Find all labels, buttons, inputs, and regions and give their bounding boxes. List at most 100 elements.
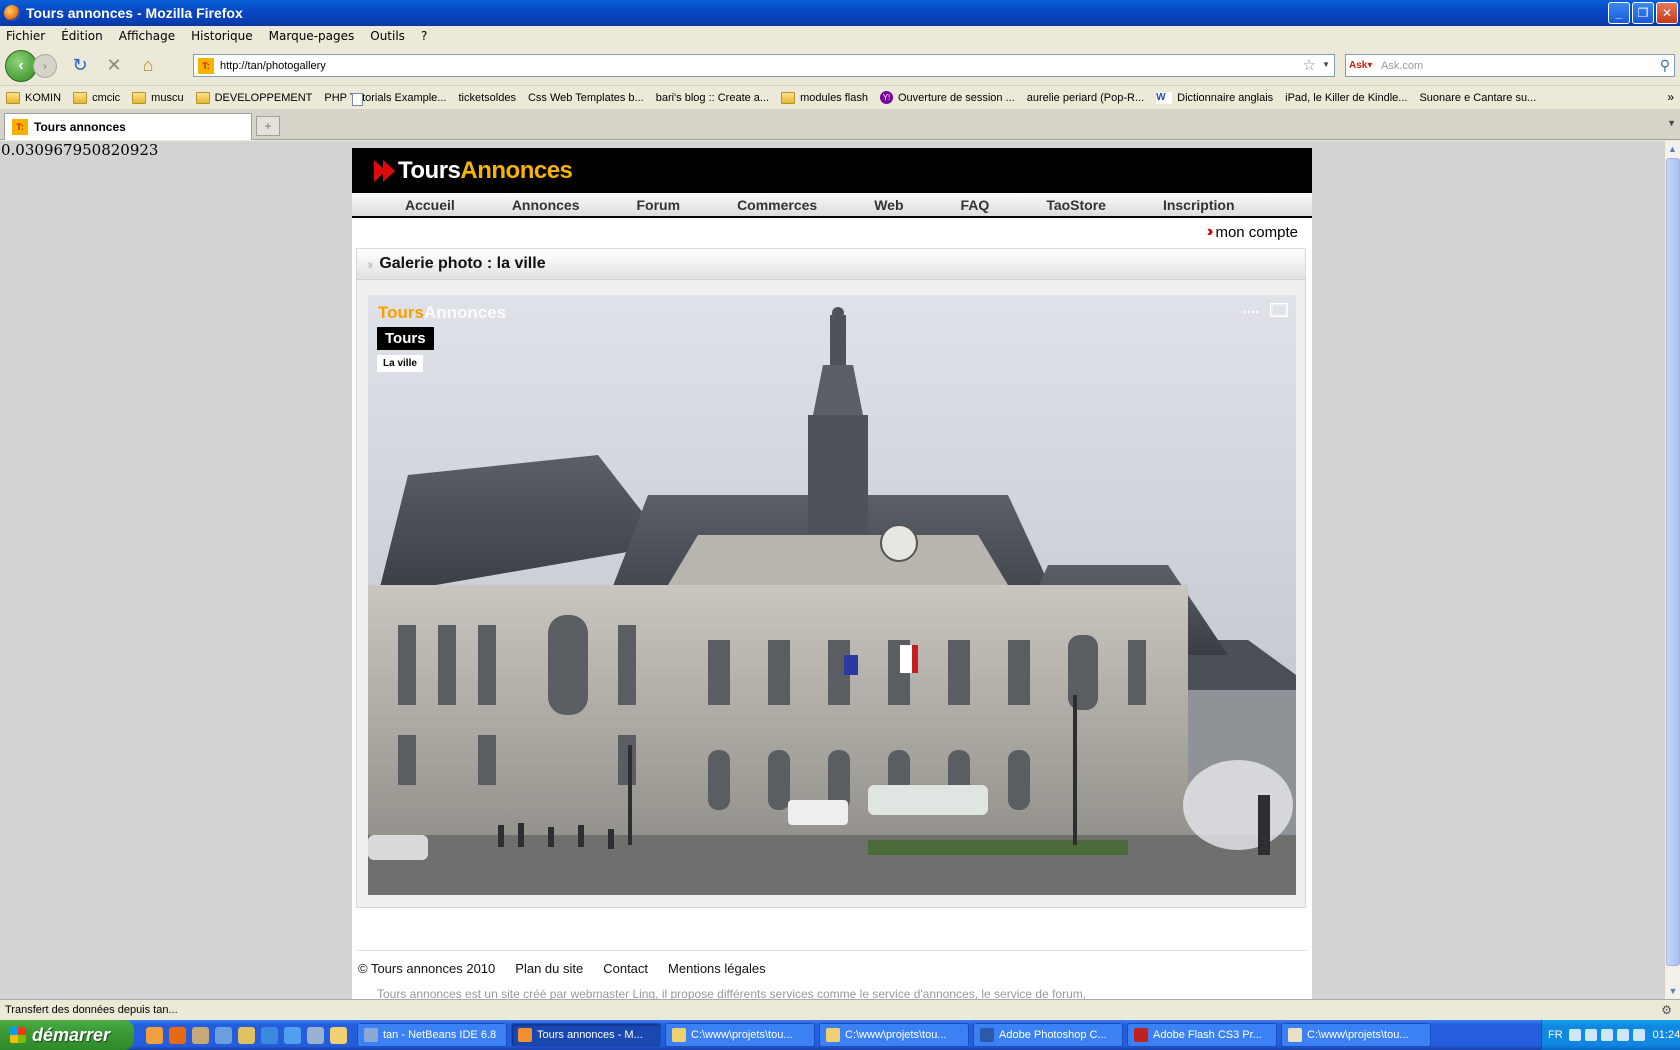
url-bar[interactable]: T: http://tan/photogallery ☆ ▼ — [193, 54, 1335, 77]
menu-marque-pages[interactable]: Marque-pages — [269, 29, 355, 43]
bookmark-item[interactable]: modules flash — [781, 91, 868, 104]
quicklaunch-folder-icon[interactable] — [330, 1026, 347, 1044]
quicklaunch-tool-icon[interactable] — [215, 1026, 232, 1044]
account-link[interactable]: ›› mon compte — [352, 218, 1312, 246]
quicklaunch-app-icon[interactable] — [238, 1026, 255, 1044]
scroll-down-icon[interactable]: ▼ — [1665, 983, 1680, 999]
bookmark-label: DEVELOPPEMENT — [214, 91, 313, 104]
bookmark-item[interactable]: Css Web Templates b... — [352, 92, 644, 106]
tray-icon-1[interactable] — [1568, 1029, 1581, 1041]
nav-commerces[interactable]: Commerces — [737, 197, 817, 213]
bookmark-item[interactable]: aurelie periard (Pop-R... — [352, 91, 1145, 106]
bookmark-item[interactable]: cmcic — [73, 91, 120, 104]
nav-faq[interactable]: FAQ — [961, 197, 990, 213]
forward-button[interactable]: › — [33, 53, 57, 78]
bookmark-item[interactable]: bari's blog :: Create a... — [352, 92, 769, 106]
thumbnails-icon[interactable] — [1244, 307, 1258, 313]
taskbar-task[interactable]: Adobe Photoshop C... — [973, 1023, 1123, 1047]
reload-icon[interactable]: ↻ — [69, 55, 91, 77]
scrollbar-thumb[interactable] — [1666, 158, 1680, 966]
windows-flag-icon — [10, 1027, 26, 1043]
menu-fichier[interactable]: Fichier — [6, 29, 45, 43]
url-text[interactable]: http://tan/photogallery — [220, 60, 326, 72]
bookmark-item[interactable]: KOMIN — [6, 91, 61, 104]
task-label: C:\www\projets\tou... — [1307, 1029, 1409, 1041]
task-label: Tours annonces - M... — [537, 1029, 643, 1041]
home-icon[interactable]: ⌂ — [137, 55, 159, 77]
menu-affichage[interactable]: Affichage — [119, 29, 175, 43]
quicklaunch-firefox2-icon[interactable] — [169, 1026, 186, 1044]
bookmark-label: aurelie periard (Pop-R... — [1026, 91, 1145, 104]
close-button[interactable]: ✕ — [1656, 2, 1678, 24]
nav-accueil[interactable]: Accueil — [405, 197, 455, 213]
taskbar-task[interactable]: tan - NetBeans IDE 6.8 — [357, 1023, 507, 1047]
vertical-scrollbar[interactable]: ▲ ▼ — [1664, 141, 1680, 999]
search-bar[interactable]: Ask▾ Ask.com ⚲ — [1345, 54, 1675, 77]
search-icon[interactable]: ⚲ — [1660, 57, 1670, 74]
quicklaunch-media-icon[interactable] — [307, 1026, 324, 1044]
footer-link-contact[interactable]: Contact — [603, 961, 648, 976]
tab-list-icon[interactable]: ▼ — [1667, 118, 1676, 128]
taskbar-task[interactable]: C:\www\projets\tou... — [665, 1023, 815, 1047]
bookmark-item[interactable]: W Dictionnaire anglais — [1156, 91, 1273, 104]
start-button[interactable]: démarrer — [0, 1020, 134, 1050]
menu-historique[interactable]: Historique — [191, 29, 253, 43]
site-logo[interactable]: ToursAnnonces — [398, 157, 573, 185]
site-page: ToursAnnonces Accueil Annonces Forum Com… — [352, 148, 1312, 999]
bookmark-item[interactable]: muscu — [132, 91, 184, 104]
taskbar-task[interactable]: C:\www\projets\tou... — [819, 1023, 969, 1047]
status-addon-icon[interactable]: ⚙ — [1661, 1003, 1672, 1017]
gallery-photo[interactable]: ToursAnnonces Tours La ville — [368, 295, 1296, 895]
url-dropdown-icon[interactable]: ▼ — [1322, 60, 1330, 69]
scroll-up-icon[interactable]: ▲ — [1665, 141, 1680, 157]
footer-link-mentions[interactable]: Mentions légales — [668, 961, 766, 976]
quicklaunch-firefox-icon[interactable] — [146, 1026, 163, 1044]
photo-category-label: La ville — [377, 355, 423, 372]
taskbar-task[interactable]: Tours annonces - M... — [511, 1023, 661, 1047]
nav-forum[interactable]: Forum — [637, 197, 681, 213]
account-label[interactable]: mon compte — [1215, 224, 1298, 241]
quicklaunch-ie-icon[interactable] — [261, 1026, 278, 1044]
bookmark-item[interactable]: PHP Tutorials Example... — [324, 91, 447, 106]
menu-outils[interactable]: Outils — [370, 29, 405, 43]
bookmark-star-icon[interactable]: ☆ — [1303, 56, 1316, 74]
language-indicator[interactable]: FR — [1548, 1029, 1563, 1041]
menu-help[interactable]: ? — [421, 29, 427, 43]
footer-link-plan[interactable]: Plan du site — [515, 961, 583, 976]
stop-icon[interactable]: ✕ — [103, 55, 125, 77]
minimize-button[interactable]: _ — [1608, 2, 1630, 24]
nav-web[interactable]: Web — [874, 197, 903, 213]
bookmark-item[interactable]: ticketsoldes — [352, 92, 516, 106]
bookmark-label: PHP Tutorials Example... — [324, 91, 447, 104]
tray-icon-5[interactable] — [1632, 1029, 1645, 1041]
menu-bar: Fichier Édition Affichage Historique Mar… — [0, 26, 1680, 46]
tab-tours-annonces[interactable]: T: Tours annonces — [4, 113, 252, 140]
quicklaunch-user-icon[interactable] — [192, 1026, 209, 1044]
bookmark-item[interactable]: DEVELOPPEMENT — [195, 91, 313, 104]
task-label: C:\www\projets\tou... — [845, 1029, 947, 1041]
fullscreen-icon[interactable] — [1270, 303, 1288, 317]
tray-icon-4[interactable] — [1616, 1029, 1629, 1041]
new-tab-button[interactable]: + — [256, 116, 280, 136]
photo-city-label: Tours — [377, 327, 434, 350]
nav-taostore[interactable]: TaoStore — [1046, 197, 1106, 213]
tab-bar: T: Tours annonces + ▼ — [0, 110, 1680, 140]
taskbar-task[interactable]: C:\www\projets\tou... — [1281, 1023, 1431, 1047]
bookmark-item[interactable]: Y! Ouverture de session ... — [879, 91, 1015, 104]
tray-icon-3[interactable] — [1600, 1029, 1613, 1041]
bookmark-item[interactable]: iPad, le Killer de Kindle... — [352, 92, 1407, 106]
windows-taskbar: démarrer tan - NetBeans IDE 6.8 Tours ann… — [0, 1020, 1680, 1050]
bookmarks-overflow-icon[interactable]: » — [1667, 90, 1674, 104]
gallery-title: Galerie photo : la ville — [379, 255, 546, 272]
maximize-button[interactable]: ❐ — [1632, 2, 1654, 24]
search-placeholder[interactable]: Ask.com — [1381, 60, 1423, 72]
nav-annonces[interactable]: Annonces — [512, 197, 580, 213]
tray-icon-2[interactable] — [1584, 1029, 1597, 1041]
quicklaunch-ie2-icon[interactable] — [284, 1026, 301, 1044]
ask-engine-icon[interactable]: Ask▾ — [1349, 58, 1375, 74]
nav-inscription[interactable]: Inscription — [1163, 197, 1235, 213]
menu-edition[interactable]: Édition — [61, 29, 103, 43]
taskbar-task[interactable]: Adobe Flash CS3 Pr... — [1127, 1023, 1277, 1047]
bookmark-label: Ouverture de session ... — [897, 91, 1015, 104]
bookmark-item[interactable]: Suonare e Cantare su... — [352, 92, 1536, 106]
